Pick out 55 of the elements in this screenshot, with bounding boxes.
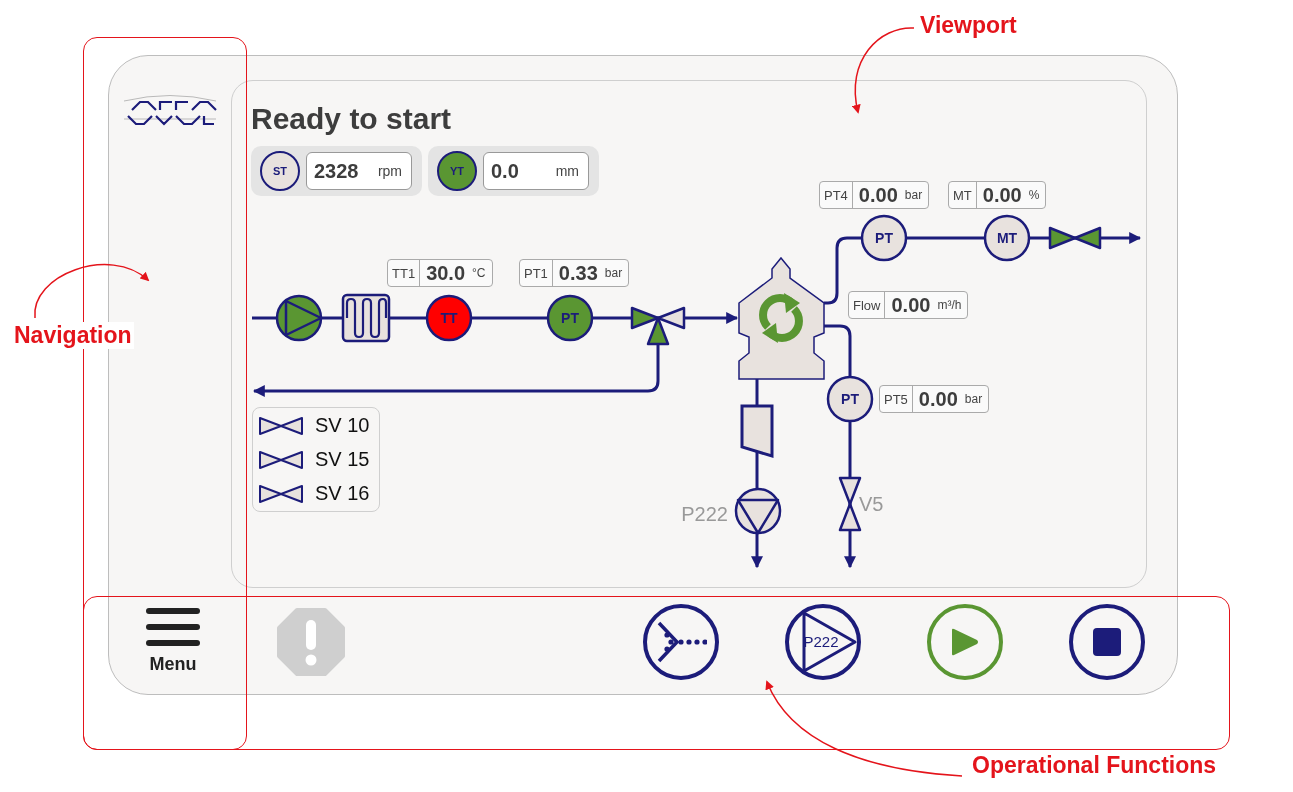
readout-unit: °C: [471, 265, 487, 282]
three-way-valve-symbol[interactable]: [630, 306, 686, 346]
readout-value: 30.0: [425, 260, 467, 286]
value-text: 0.0: [491, 159, 519, 183]
outlet-valve-symbol[interactable]: [1048, 226, 1102, 250]
readout-unit: bar: [603, 265, 624, 282]
sludge-outlet-symbol: [740, 404, 774, 458]
valve-icon: [259, 416, 303, 435]
readout-value: 0.00: [981, 182, 1023, 208]
unit-text: mm: [555, 163, 579, 179]
start-button[interactable]: [927, 603, 1003, 680]
readout-tag: Flow: [849, 292, 886, 318]
sensor-badge[interactable]: ST: [260, 151, 300, 191]
valve-label: V5: [859, 493, 884, 515]
annotation-label: Viewport: [918, 12, 1019, 39]
readout-unit: bar: [963, 391, 984, 408]
readout-unit: bar: [903, 187, 924, 204]
valve-icon: [259, 484, 303, 503]
instrument-symbol[interactable]: PT: [860, 214, 908, 262]
status-title: Ready to start: [251, 102, 452, 136]
heater-symbol[interactable]: [341, 293, 391, 343]
separator-symbol[interactable]: [738, 256, 825, 380]
readout-tag: MT: [949, 182, 977, 208]
pump-button[interactable]: P222: [785, 603, 861, 680]
annotation-label: Operational Functions: [970, 752, 1219, 779]
readout-unit: m³/h: [936, 297, 963, 314]
stop-button[interactable]: [1069, 603, 1145, 680]
pump-label: P222: [681, 503, 728, 525]
valve-label: SV 10: [315, 414, 370, 437]
valve-icon: [259, 450, 303, 469]
instrument-symbol[interactable]: PT: [546, 294, 594, 342]
value-text: 2328: [314, 159, 359, 183]
menu-button[interactable]: Menu: [133, 608, 213, 675]
readout-value: 0.33: [557, 260, 599, 286]
stop-icon: [1093, 627, 1121, 656]
valve-label: SV 16: [315, 482, 370, 505]
sensor-badge[interactable]: YT: [437, 151, 477, 191]
menu-icon: [146, 608, 200, 646]
annotation-label: Navigation: [12, 322, 134, 349]
readout-unit: %: [1027, 187, 1041, 204]
feed-pump-symbol[interactable]: [275, 294, 323, 342]
sequence-button[interactable]: [643, 603, 719, 680]
readout-value: 0.00: [857, 182, 899, 208]
readout-tag: PT5: [880, 386, 913, 412]
valve-label: SV 15: [315, 448, 370, 471]
readout-tag: PT1: [520, 260, 553, 286]
unit-text: rpm: [377, 163, 402, 179]
instrument-symbol[interactable]: PT: [826, 375, 874, 423]
readout-tag: TT1: [388, 260, 421, 286]
readout-tag: PT4: [820, 182, 853, 208]
instrument-symbol[interactable]: MT: [983, 214, 1031, 262]
instrument-symbol[interactable]: TT: [425, 294, 473, 342]
readout-value: 0.00: [890, 292, 932, 318]
readout-value: 0.00: [917, 386, 959, 412]
drain-pump-symbol[interactable]: [734, 487, 782, 535]
